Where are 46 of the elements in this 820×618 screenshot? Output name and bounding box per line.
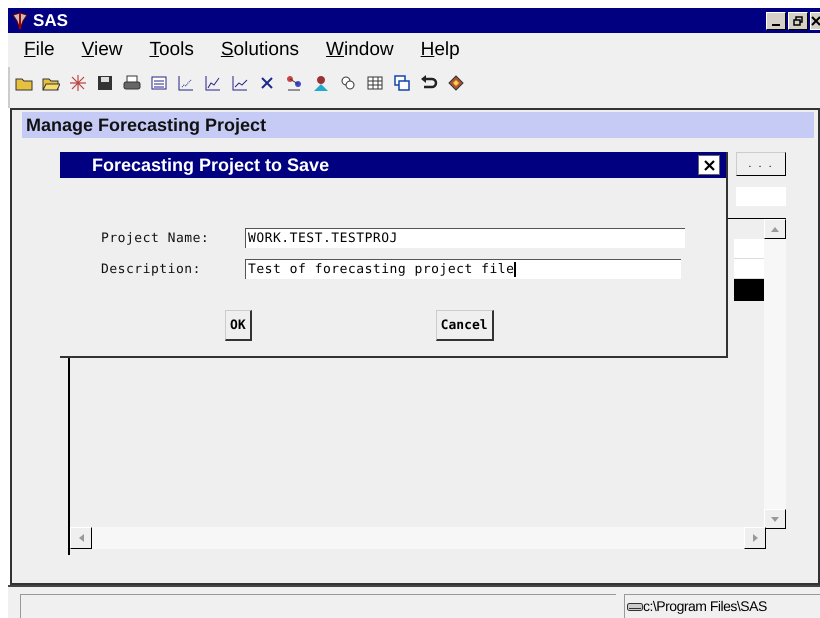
menu-item[interactable]: Window <box>326 36 394 64</box>
panel-title: Manage Forecasting Project <box>22 112 814 138</box>
scroll-left-button[interactable] <box>70 527 92 550</box>
menu-item[interactable]: Solutions <box>220 36 300 64</box>
right-arrow-icon <box>752 534 758 542</box>
close-icon <box>704 160 714 171</box>
close-button[interactable] <box>698 155 720 176</box>
field-label: Description: <box>101 260 202 279</box>
selected-row[interactable] <box>734 279 764 302</box>
ok-button[interactable]: OK <box>225 310 252 342</box>
windows-icon[interactable] <box>393 74 411 92</box>
browse-button[interactable]: . . . <box>736 152 786 176</box>
scatter-chart-icon[interactable] <box>177 74 195 92</box>
field-label: Project Name: <box>101 230 210 248</box>
cancel-button[interactable]: Cancel <box>436 310 494 342</box>
menu-item[interactable]: File <box>24 36 55 64</box>
down-arrow-icon <box>771 516 779 522</box>
window-title: SAS <box>33 10 68 32</box>
dialog-title: Forecasting Project to Save <box>92 154 330 177</box>
sparkle-icon[interactable] <box>69 74 87 92</box>
save-icon[interactable] <box>96 74 114 92</box>
scroll-right-button[interactable] <box>744 527 766 550</box>
input-field[interactable]: WORK.TEST.TESTPROJ <box>245 228 685 248</box>
table-icon[interactable] <box>366 74 384 92</box>
line-chart-icon[interactable] <box>231 74 249 92</box>
coins-icon[interactable] <box>339 74 357 92</box>
status-path: c:\Program Files\SAS <box>643 597 767 616</box>
up-arrow-icon <box>771 226 779 232</box>
restore-icon <box>793 16 803 26</box>
list-icon[interactable] <box>150 74 168 92</box>
menu-item[interactable]: View <box>82 36 122 64</box>
print-icon[interactable] <box>123 74 141 92</box>
menu-item[interactable]: Tools <box>149 36 194 64</box>
drive-icon <box>627 602 643 612</box>
scroll-up-button[interactable] <box>764 219 786 240</box>
minimize-button[interactable] <box>766 12 786 30</box>
app-logo-icon <box>11 12 29 30</box>
menu-item[interactable]: Help <box>420 36 460 64</box>
connect-icon[interactable] <box>285 74 303 92</box>
scroll-down-button[interactable] <box>764 509 786 530</box>
line-chart-icon[interactable] <box>204 74 222 92</box>
person-icon[interactable] <box>312 74 330 92</box>
restore-button[interactable] <box>788 12 808 30</box>
left-arrow-icon <box>78 534 84 542</box>
list-row[interactable] <box>734 259 764 280</box>
input-field[interactable]: Test of forecasting project file <box>245 259 681 280</box>
